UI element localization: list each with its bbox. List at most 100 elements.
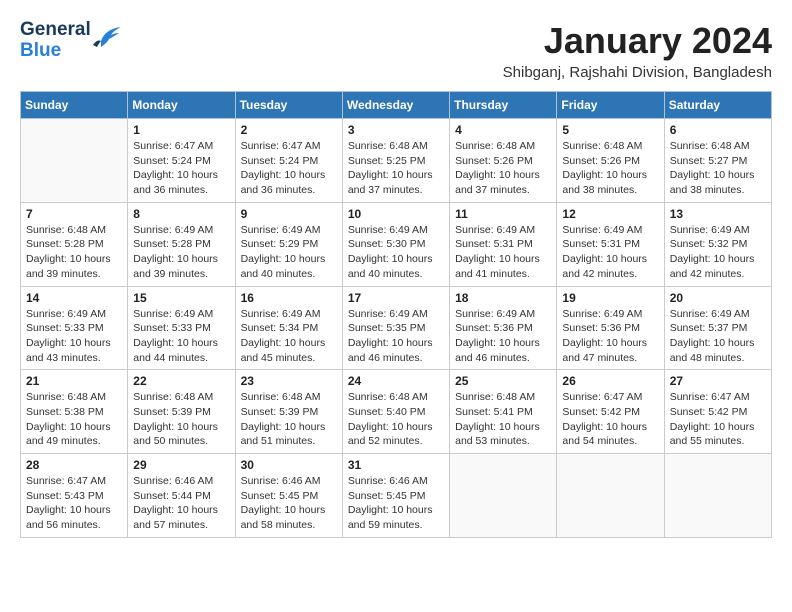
day-detail: Sunrise: 6:49 AMSunset: 5:32 PMDaylight:… <box>670 223 766 282</box>
day-detail: Sunrise: 6:49 AMSunset: 5:35 PMDaylight:… <box>348 307 444 366</box>
day-number: 14 <box>26 291 122 305</box>
day-number: 26 <box>562 374 658 388</box>
week-row-3: 14 Sunrise: 6:49 AMSunset: 5:33 PMDayligh… <box>21 286 772 370</box>
calendar-cell: 21 Sunrise: 6:48 AMSunset: 5:38 PMDayligh… <box>21 370 128 454</box>
day-detail: Sunrise: 6:47 AMSunset: 5:24 PMDaylight:… <box>241 139 337 198</box>
day-number: 10 <box>348 207 444 221</box>
calendar-table: SundayMondayTuesdayWednesdayThursdayFrid… <box>20 91 772 538</box>
weekday-header-saturday: Saturday <box>664 92 771 119</box>
day-number: 1 <box>133 123 229 137</box>
day-number: 16 <box>241 291 337 305</box>
week-row-5: 28 Sunrise: 6:47 AMSunset: 5:43 PMDayligh… <box>21 454 772 538</box>
calendar-cell: 20 Sunrise: 6:49 AMSunset: 5:37 PMDayligh… <box>664 286 771 370</box>
day-detail: Sunrise: 6:49 AMSunset: 5:36 PMDaylight:… <box>562 307 658 366</box>
title-area: January 2024 Shibganj, Rajshahi Division… <box>503 20 772 81</box>
calendar-cell: 8 Sunrise: 6:49 AMSunset: 5:28 PMDaylight… <box>128 202 235 286</box>
calendar-cell: 4 Sunrise: 6:48 AMSunset: 5:26 PMDaylight… <box>450 119 557 203</box>
day-detail: Sunrise: 6:48 AMSunset: 5:41 PMDaylight:… <box>455 390 551 449</box>
day-detail: Sunrise: 6:49 AMSunset: 5:33 PMDaylight:… <box>133 307 229 366</box>
day-number: 25 <box>455 374 551 388</box>
calendar-cell: 18Sunrise: 6:49 AMSunset: 5:36 PMDayligh… <box>450 286 557 370</box>
calendar-cell: 27Sunrise: 6:47 AMSunset: 5:42 PMDayligh… <box>664 370 771 454</box>
day-number: 11 <box>455 207 551 221</box>
calendar-cell: 23 Sunrise: 6:48 AMSunset: 5:39 PMDayligh… <box>235 370 342 454</box>
week-row-2: 7 Sunrise: 6:48 AMSunset: 5:28 PMDaylight… <box>21 202 772 286</box>
day-number: 19 <box>562 291 658 305</box>
calendar-cell: 28 Sunrise: 6:47 AMSunset: 5:43 PMDayligh… <box>21 454 128 538</box>
day-detail: Sunrise: 6:46 AMSunset: 5:45 PMDaylight:… <box>348 474 444 533</box>
day-detail: Sunrise: 6:48 AMSunset: 5:28 PMDaylight:… <box>26 223 122 282</box>
day-detail: Sunrise: 6:48 AMSunset: 5:25 PMDaylight:… <box>348 139 444 198</box>
day-number: 9 <box>241 207 337 221</box>
calendar-cell: 11 Sunrise: 6:49 AMSunset: 5:31 PMDayligh… <box>450 202 557 286</box>
day-detail: Sunrise: 6:49 AMSunset: 5:36 PMDaylight:… <box>455 307 551 366</box>
weekday-header-monday: Monday <box>128 92 235 119</box>
day-number: 4 <box>455 123 551 137</box>
calendar-cell <box>664 454 771 538</box>
calendar-cell: 2Sunrise: 6:47 AMSunset: 5:24 PMDaylight… <box>235 119 342 203</box>
calendar-cell: 5 Sunrise: 6:48 AMSunset: 5:26 PMDaylight… <box>557 119 664 203</box>
day-detail: Sunrise: 6:47 AMSunset: 5:43 PMDaylight:… <box>26 474 122 533</box>
day-number: 12 <box>562 207 658 221</box>
day-number: 29 <box>133 458 229 472</box>
day-detail: Sunrise: 6:48 AMSunset: 5:26 PMDaylight:… <box>455 139 551 198</box>
day-detail: Sunrise: 6:49 AMSunset: 5:33 PMDaylight:… <box>26 307 122 366</box>
day-detail: Sunrise: 6:49 AMSunset: 5:29 PMDaylight:… <box>241 223 337 282</box>
calendar-cell: 10 Sunrise: 6:49 AMSunset: 5:30 PMDayligh… <box>342 202 449 286</box>
day-detail: Sunrise: 6:48 AMSunset: 5:39 PMDaylight:… <box>133 390 229 449</box>
calendar-cell: 14 Sunrise: 6:49 AMSunset: 5:33 PMDayligh… <box>21 286 128 370</box>
day-detail: Sunrise: 6:46 AMSunset: 5:44 PMDaylight:… <box>133 474 229 533</box>
day-number: 15 <box>133 291 229 305</box>
week-row-4: 21 Sunrise: 6:48 AMSunset: 5:38 PMDayligh… <box>21 370 772 454</box>
day-detail: Sunrise: 6:48 AMSunset: 5:26 PMDaylight:… <box>562 139 658 198</box>
day-detail: Sunrise: 6:49 AMSunset: 5:37 PMDaylight:… <box>670 307 766 366</box>
calendar-cell: 25 Sunrise: 6:48 AMSunset: 5:41 PMDayligh… <box>450 370 557 454</box>
day-number: 7 <box>26 207 122 221</box>
calendar-cell: 6Sunrise: 6:48 AMSunset: 5:27 PMDaylight… <box>664 119 771 203</box>
weekday-header-sunday: Sunday <box>21 92 128 119</box>
day-number: 31 <box>348 458 444 472</box>
day-detail: Sunrise: 6:48 AMSunset: 5:40 PMDaylight:… <box>348 390 444 449</box>
day-detail: Sunrise: 6:48 AMSunset: 5:38 PMDaylight:… <box>26 390 122 449</box>
logo-blue: Blue <box>20 41 91 62</box>
day-detail: Sunrise: 6:49 AMSunset: 5:30 PMDaylight:… <box>348 223 444 282</box>
calendar-cell: 29 Sunrise: 6:46 AMSunset: 5:44 PMDayligh… <box>128 454 235 538</box>
month-title: January 2024 <box>503 20 772 62</box>
calendar-cell: 31 Sunrise: 6:46 AMSunset: 5:45 PMDayligh… <box>342 454 449 538</box>
day-number: 27 <box>670 374 766 388</box>
day-detail: Sunrise: 6:49 AMSunset: 5:31 PMDaylight:… <box>455 223 551 282</box>
day-number: 6 <box>670 123 766 137</box>
calendar-cell: 24 Sunrise: 6:48 AMSunset: 5:40 PMDayligh… <box>342 370 449 454</box>
day-number: 21 <box>26 374 122 388</box>
day-number: 30 <box>241 458 337 472</box>
day-number: 23 <box>241 374 337 388</box>
day-detail: Sunrise: 6:47 AMSunset: 5:24 PMDaylight:… <box>133 139 229 198</box>
day-detail: Sunrise: 6:49 AMSunset: 5:34 PMDaylight:… <box>241 307 337 366</box>
day-number: 28 <box>26 458 122 472</box>
calendar-cell: 9 Sunrise: 6:49 AMSunset: 5:29 PMDaylight… <box>235 202 342 286</box>
day-detail: Sunrise: 6:46 AMSunset: 5:45 PMDaylight:… <box>241 474 337 533</box>
weekday-header-wednesday: Wednesday <box>342 92 449 119</box>
day-number: 13 <box>670 207 766 221</box>
weekday-header-row: SundayMondayTuesdayWednesdayThursdayFrid… <box>21 92 772 119</box>
calendar-cell: 17Sunrise: 6:49 AMSunset: 5:35 PMDayligh… <box>342 286 449 370</box>
day-detail: Sunrise: 6:47 AMSunset: 5:42 PMDaylight:… <box>562 390 658 449</box>
logo-bird-icon <box>93 25 121 52</box>
day-detail: Sunrise: 6:49 AMSunset: 5:31 PMDaylight:… <box>562 223 658 282</box>
calendar-cell: 7 Sunrise: 6:48 AMSunset: 5:28 PMDaylight… <box>21 202 128 286</box>
day-number: 20 <box>670 291 766 305</box>
calendar-cell: 12 Sunrise: 6:49 AMSunset: 5:31 PMDayligh… <box>557 202 664 286</box>
calendar-cell <box>21 119 128 203</box>
day-detail: Sunrise: 6:49 AMSunset: 5:28 PMDaylight:… <box>133 223 229 282</box>
day-number: 5 <box>562 123 658 137</box>
calendar-cell: 26 Sunrise: 6:47 AMSunset: 5:42 PMDayligh… <box>557 370 664 454</box>
weekday-header-thursday: Thursday <box>450 92 557 119</box>
calendar-cell <box>450 454 557 538</box>
calendar-cell: 19 Sunrise: 6:49 AMSunset: 5:36 PMDayligh… <box>557 286 664 370</box>
day-detail: Sunrise: 6:48 AMSunset: 5:39 PMDaylight:… <box>241 390 337 449</box>
calendar-cell <box>557 454 664 538</box>
day-number: 24 <box>348 374 444 388</box>
calendar-cell: 30 Sunrise: 6:46 AMSunset: 5:45 PMDayligh… <box>235 454 342 538</box>
logo-general: General <box>20 20 91 41</box>
day-number: 8 <box>133 207 229 221</box>
